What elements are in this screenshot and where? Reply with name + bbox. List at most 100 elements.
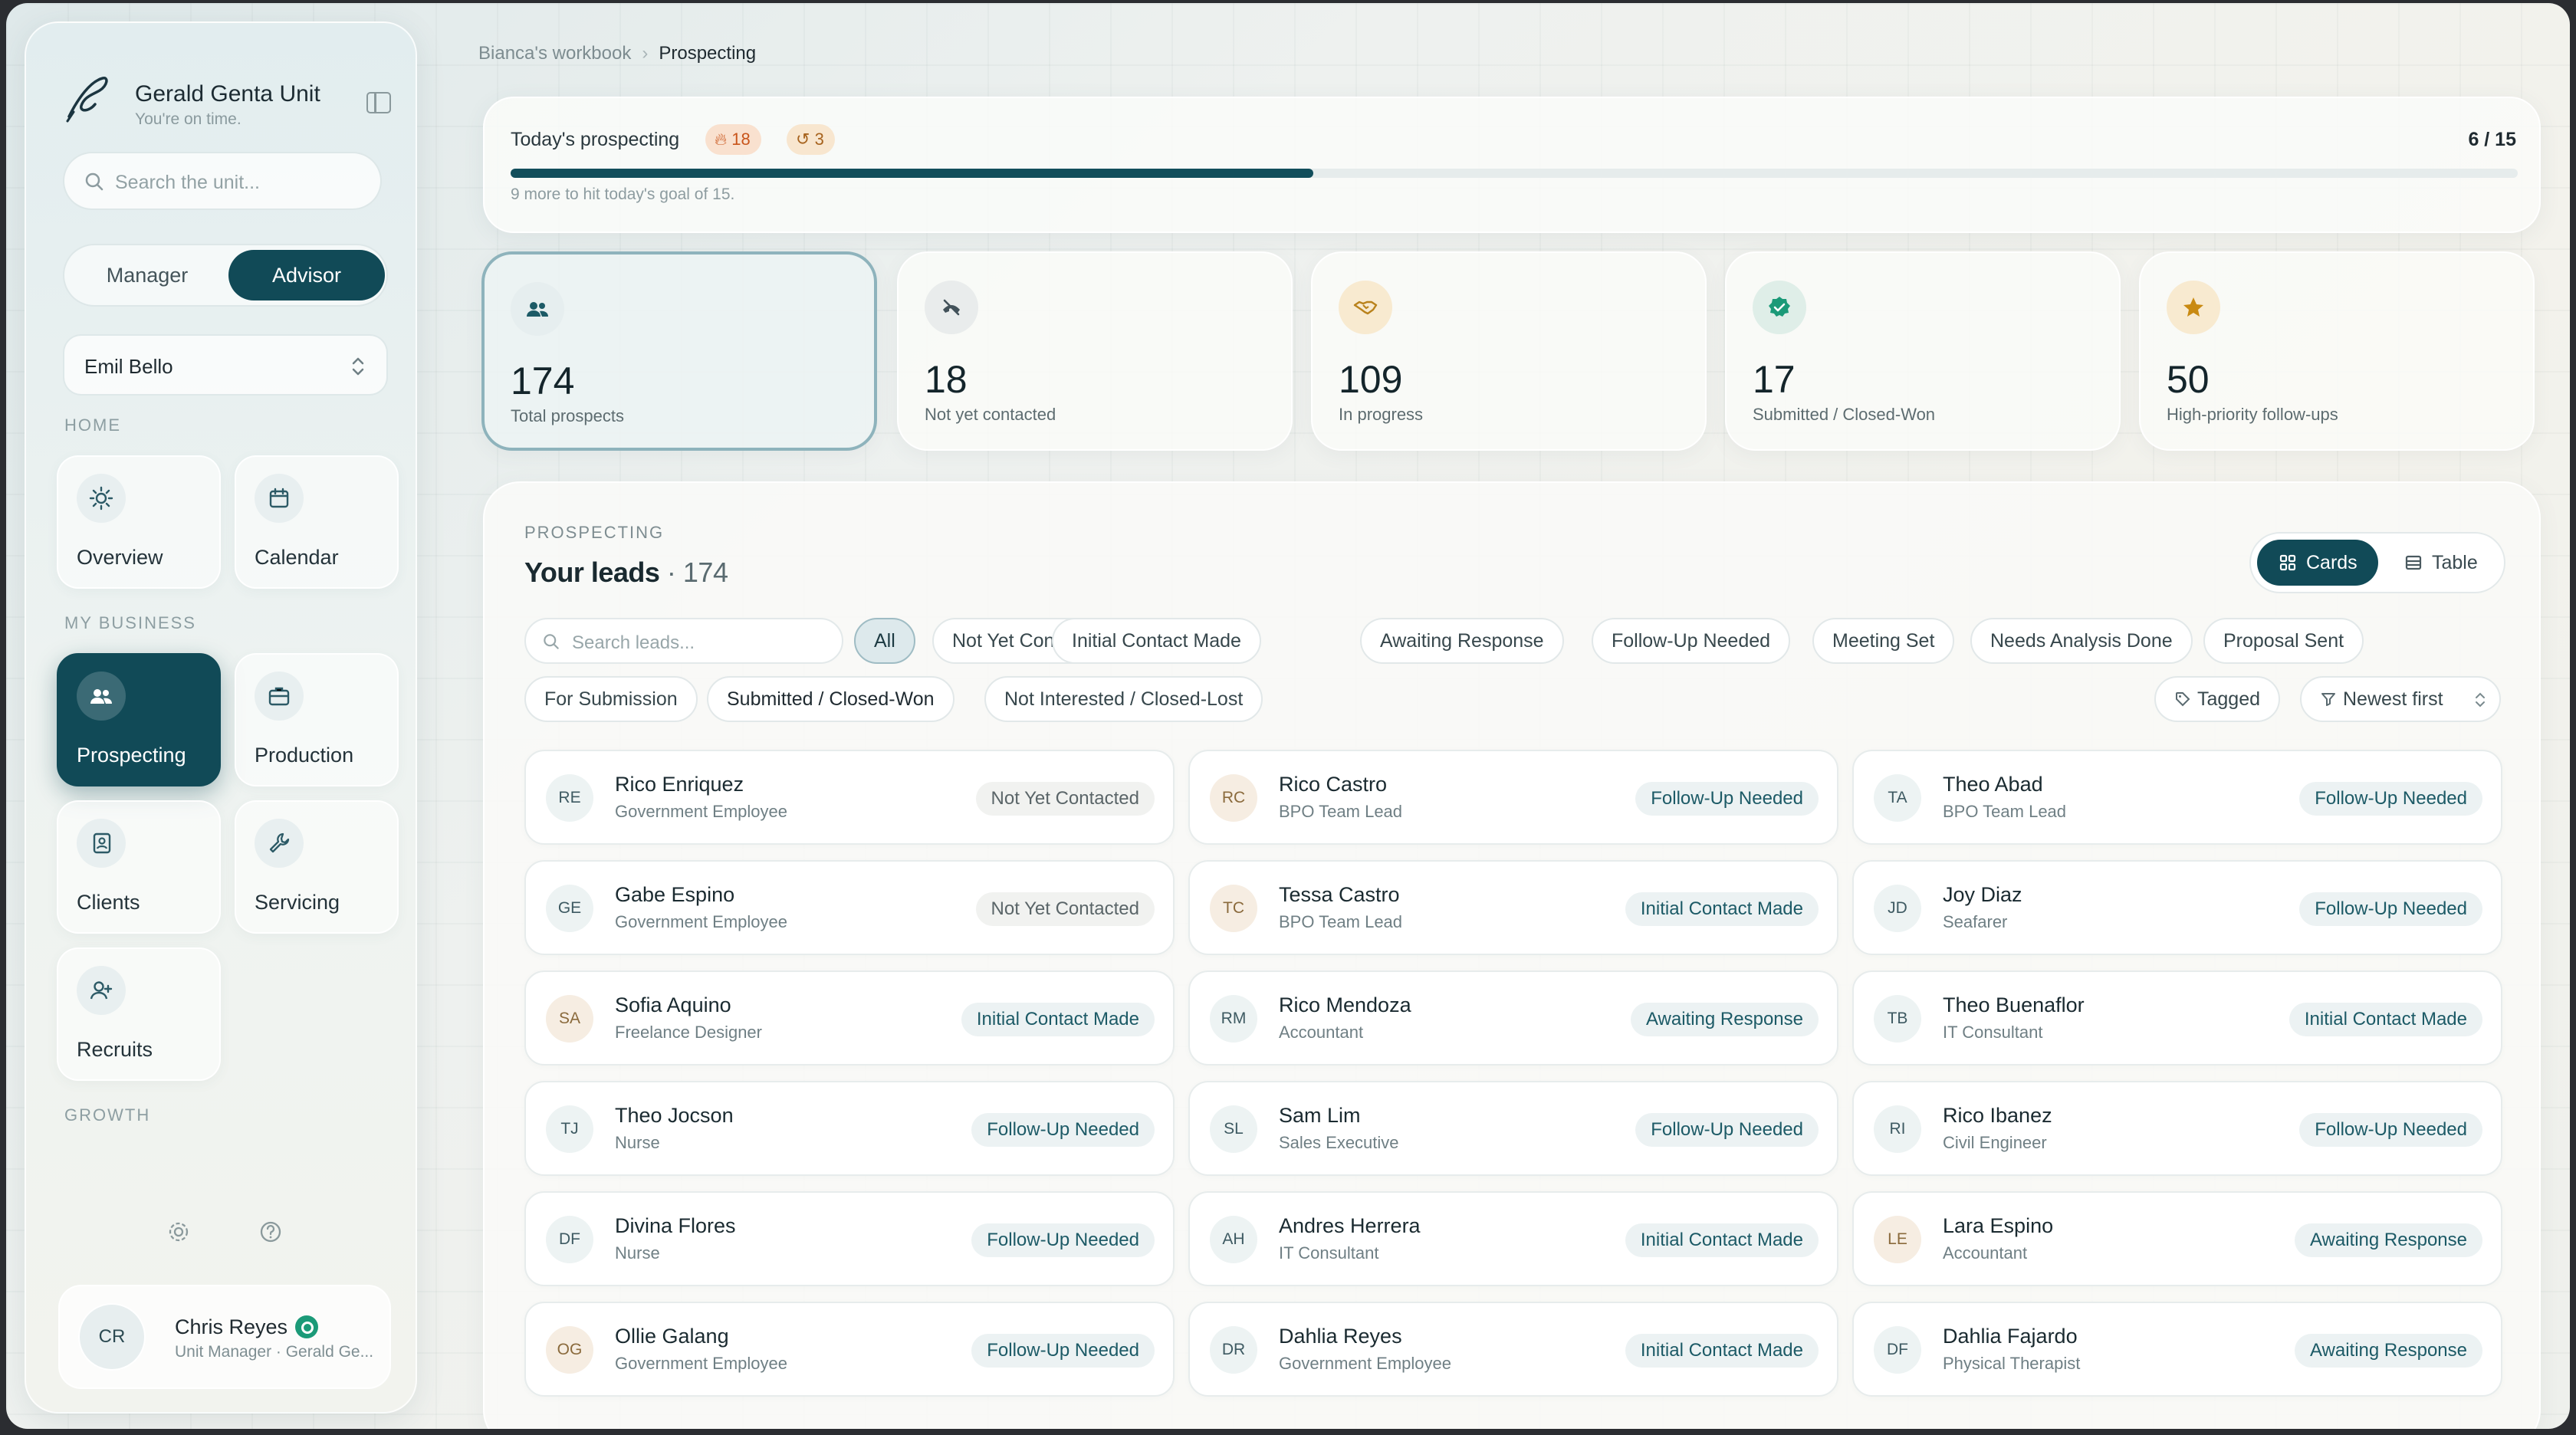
lead-name: Dahlia Reyes bbox=[1279, 1325, 1402, 1348]
stat-value: 18 bbox=[925, 358, 968, 401]
lead-card[interactable]: RE Rico Enriquez Government Employee Not… bbox=[524, 750, 1175, 845]
filter-chip[interactable]: Needs Analysis Done bbox=[1970, 618, 2193, 664]
lead-card[interactable]: SA Sofia Aquino Freelance Designer Initi… bbox=[524, 970, 1175, 1066]
filter-chip[interactable]: Meeting Set bbox=[1812, 618, 1955, 664]
lead-card[interactable]: TB Theo Buenaflor IT Consultant Initial … bbox=[1852, 970, 2502, 1066]
lead-card[interactable]: TC Tessa Castro BPO Team Lead Initial Co… bbox=[1188, 860, 1838, 955]
brand-subtitle: You're on time. bbox=[135, 110, 242, 128]
avatar: LE bbox=[1874, 1216, 1921, 1263]
status-badge: Awaiting Response bbox=[2294, 1223, 2482, 1257]
lead-name: Theo Abad bbox=[1943, 773, 2043, 796]
avatar: DF bbox=[546, 1216, 593, 1263]
user-role: Unit Manager · Gerald Ge... bbox=[175, 1343, 374, 1361]
person-select[interactable]: Emil Bello bbox=[63, 334, 388, 396]
stat-card[interactable]: 174 Total prospects bbox=[481, 251, 877, 451]
lead-name: Divina Flores bbox=[615, 1214, 736, 1237]
lead-card[interactable]: DF Divina Flores Nurse Follow-Up Needed bbox=[524, 1191, 1175, 1286]
nav-overview-label: Overview bbox=[77, 546, 163, 569]
lead-card[interactable]: AH Andres Herrera IT Consultant Initial … bbox=[1188, 1191, 1838, 1286]
lead-name: Rico Enriquez bbox=[615, 773, 744, 796]
lead-occupation: Civil Engineer bbox=[1943, 1133, 2047, 1152]
leads-search-placeholder: Search leads... bbox=[572, 632, 695, 653]
calendar-icon bbox=[255, 474, 304, 523]
nav-servicing[interactable]: Servicing bbox=[235, 800, 399, 934]
avatar: TB bbox=[1874, 995, 1921, 1043]
stat-card[interactable]: 18 Not yet contacted bbox=[897, 251, 1293, 451]
view-toggle: Cards Table bbox=[2249, 532, 2505, 593]
stat-value: 17 bbox=[1753, 358, 1796, 401]
fire-count: 18 bbox=[731, 130, 751, 149]
sort-select[interactable]: Newest first bbox=[2300, 676, 2501, 722]
filter-chip[interactable]: Follow-Up Needed bbox=[1592, 618, 1791, 664]
filter-chip[interactable]: Awaiting Response bbox=[1360, 618, 1564, 664]
stat-label: High-priority follow-ups bbox=[2167, 405, 2338, 424]
role-manager-button[interactable]: Manager bbox=[69, 250, 225, 300]
nav-servicing-label: Servicing bbox=[255, 891, 340, 914]
nav-production[interactable]: Production bbox=[235, 653, 399, 786]
lead-card[interactable]: RC Rico Castro BPO Team Lead Follow-Up N… bbox=[1188, 750, 1838, 845]
filter-chip[interactable]: Submitted / Closed-Won bbox=[707, 676, 955, 722]
filter-chip[interactable]: Initial Contact Made bbox=[1052, 618, 1261, 664]
status-badge: Follow-Up Needed bbox=[2299, 782, 2482, 816]
sidebar-collapse-icon[interactable] bbox=[366, 92, 391, 113]
lead-card[interactable]: DR Dahlia Reyes Government Employee Init… bbox=[1188, 1302, 1838, 1397]
lead-name: Sofia Aquino bbox=[615, 993, 731, 1016]
star-icon bbox=[2167, 281, 2220, 334]
lead-occupation: Sales Executive bbox=[1279, 1133, 1399, 1152]
handshake-icon bbox=[1339, 281, 1392, 334]
current-user-card[interactable]: CR Chris Reyes Unit Manager · Gerald Ge.… bbox=[58, 1285, 391, 1389]
filter-chip[interactable]: Proposal Sent bbox=[2203, 618, 2364, 664]
lead-card[interactable]: OG Ollie Galang Government Employee Foll… bbox=[524, 1302, 1175, 1397]
status-badge: Follow-Up Needed bbox=[1635, 782, 1819, 816]
role-advisor-button[interactable]: Advisor bbox=[228, 250, 385, 300]
filter-funnel-icon bbox=[2321, 693, 2335, 706]
lead-card[interactable]: RI Rico Ibanez Civil Engineer Follow-Up … bbox=[1852, 1081, 2502, 1176]
nav-prospecting[interactable]: Prospecting bbox=[57, 653, 221, 786]
lead-card[interactable]: DF Dahlia Fajardo Physical Therapist Awa… bbox=[1852, 1302, 2502, 1397]
lead-card[interactable]: TA Theo Abad BPO Team Lead Follow-Up Nee… bbox=[1852, 750, 2502, 845]
stat-value: 109 bbox=[1339, 358, 1403, 401]
breadcrumb-parent[interactable]: Bianca's workbook bbox=[478, 43, 631, 64]
status-badge: Initial Contact Made bbox=[2288, 1003, 2482, 1036]
stat-card[interactable]: 109 In progress bbox=[1311, 251, 1707, 451]
nav-calendar[interactable]: Calendar bbox=[235, 455, 399, 589]
stat-card[interactable]: 17 Submitted / Closed-Won bbox=[1725, 251, 2121, 451]
tagged-filter-button[interactable]: Tagged bbox=[2154, 676, 2281, 722]
section-label-home: HOME bbox=[64, 415, 121, 435]
avatar: OG bbox=[546, 1326, 593, 1374]
status-badge: Initial Contact Made bbox=[1625, 892, 1819, 926]
lead-card[interactable]: TJ Theo Jocson Nurse Follow-Up Needed bbox=[524, 1081, 1175, 1176]
goal-progress-bar bbox=[511, 169, 2518, 178]
cards-view-button[interactable]: Cards bbox=[2257, 540, 2378, 586]
lead-card[interactable]: GE Gabe Espino Government Employee Not Y… bbox=[524, 860, 1175, 955]
followup-badge: ↺ 3 bbox=[787, 124, 835, 155]
lead-card[interactable]: LE Lara Espino Accountant Awaiting Respo… bbox=[1852, 1191, 2502, 1286]
nav-overview[interactable]: Overview bbox=[57, 455, 221, 589]
daily-goal-card: Today's prospecting 🔥︎ 18 ↺ 3 6 / 15 9 m… bbox=[483, 97, 2541, 233]
redo-icon: ↺ bbox=[796, 130, 810, 149]
status-badge: Awaiting Response bbox=[1630, 1003, 1819, 1036]
lead-card[interactable]: SL Sam Lim Sales Executive Follow-Up Nee… bbox=[1188, 1081, 1838, 1176]
breadcrumb-current: Prospecting bbox=[659, 43, 757, 64]
leads-search-input[interactable]: Search leads... bbox=[524, 618, 843, 664]
lead-occupation: Accountant bbox=[1279, 1023, 1364, 1042]
help-icon[interactable] bbox=[258, 1219, 284, 1245]
stat-card[interactable]: 50 High-priority follow-ups bbox=[2139, 251, 2535, 451]
nav-clients[interactable]: Clients bbox=[57, 800, 221, 934]
lead-card[interactable]: JD Joy Diaz Seafarer Follow-Up Needed bbox=[1852, 860, 2502, 955]
filter-chip[interactable]: For Submission bbox=[524, 676, 698, 722]
breadcrumb: Bianca's workbook › Prospecting bbox=[478, 43, 756, 64]
table-view-button[interactable]: Table bbox=[2383, 540, 2498, 586]
lead-occupation: Government Employee bbox=[1279, 1354, 1451, 1373]
filter-chip[interactable]: All bbox=[854, 618, 915, 664]
settings-gear-icon[interactable] bbox=[166, 1219, 192, 1245]
nav-production-label: Production bbox=[255, 744, 354, 767]
stat-label: In progress bbox=[1339, 405, 1424, 424]
filter-chip[interactable]: Not Interested / Closed-Lost bbox=[984, 676, 1263, 722]
goal-count: 6 / 15 bbox=[2468, 129, 2516, 150]
lead-occupation: Physical Therapist bbox=[1943, 1354, 2081, 1373]
nav-recruits[interactable]: Recruits bbox=[57, 947, 221, 1081]
unit-search-input[interactable]: Search the unit... bbox=[63, 152, 382, 210]
lead-card[interactable]: RM Rico Mendoza Accountant Awaiting Resp… bbox=[1188, 970, 1838, 1066]
status-badge: Follow-Up Needed bbox=[971, 1223, 1155, 1257]
